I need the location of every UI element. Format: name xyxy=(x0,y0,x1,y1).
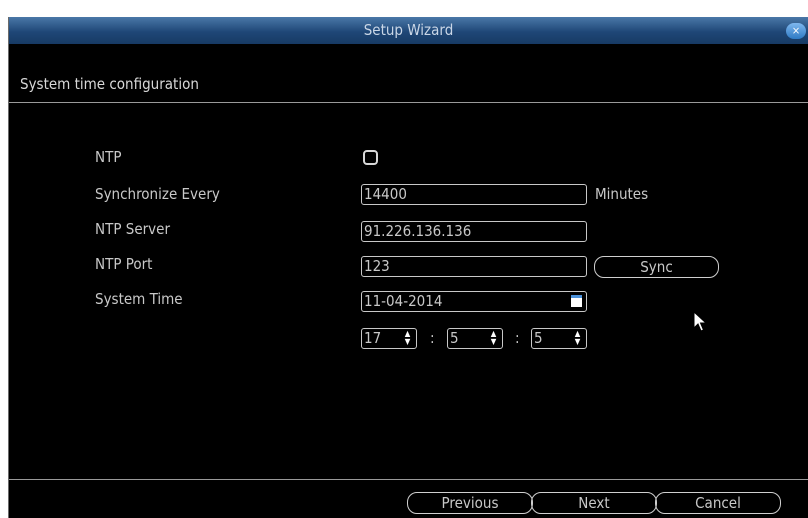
previous-button[interactable]: Previous xyxy=(407,492,533,514)
next-button[interactable]: Next xyxy=(531,492,657,514)
ntp-server-label: NTP Server xyxy=(95,220,171,238)
footer-divider xyxy=(9,479,808,480)
ntp-port-input[interactable]: 123 xyxy=(361,256,587,277)
calendar-icon[interactable] xyxy=(571,295,582,307)
sync-every-unit: Minutes xyxy=(595,185,649,203)
time-separator: : xyxy=(430,329,435,347)
date-input[interactable]: 11-04-2014 xyxy=(361,291,587,312)
ntp-server-input[interactable]: 91.226.136.136 xyxy=(361,221,587,242)
section-divider xyxy=(9,102,808,103)
minute-value: 5 xyxy=(450,329,459,347)
cancel-button[interactable]: Cancel xyxy=(655,492,781,514)
sync-every-input[interactable]: 14400 xyxy=(361,184,587,205)
sync-every-label: Synchronize Every xyxy=(95,185,220,203)
second-spinner[interactable]: 5 ▲ ▼ xyxy=(531,328,587,349)
mouse-pointer-icon xyxy=(693,311,707,332)
setup-wizard-window: Setup Wizard × System time configuration… xyxy=(8,17,808,518)
time-separator: : xyxy=(515,329,520,347)
up-down-spinner-icon[interactable]: ▲ ▼ xyxy=(403,330,412,346)
title-bar: Setup Wizard × xyxy=(9,17,808,44)
window-title: Setup Wizard xyxy=(363,21,454,39)
date-value: 11-04-2014 xyxy=(364,292,443,310)
ntp-port-label: NTP Port xyxy=(95,255,153,273)
sync-button[interactable]: Sync xyxy=(594,256,719,278)
section-title: System time configuration xyxy=(20,75,199,93)
up-down-spinner-icon[interactable]: ▲ ▼ xyxy=(489,330,498,346)
minute-spinner[interactable]: 5 ▲ ▼ xyxy=(447,328,503,349)
ntp-checkbox[interactable] xyxy=(363,150,378,165)
close-icon: × xyxy=(791,24,801,37)
hour-spinner[interactable]: 17 ▲ ▼ xyxy=(361,328,417,349)
hour-value: 17 xyxy=(364,329,382,347)
up-down-spinner-icon[interactable]: ▲ ▼ xyxy=(573,330,582,346)
second-value: 5 xyxy=(534,329,543,347)
ntp-label: NTP xyxy=(95,148,122,166)
system-time-label: System Time xyxy=(95,290,183,308)
close-button[interactable]: × xyxy=(786,23,806,39)
